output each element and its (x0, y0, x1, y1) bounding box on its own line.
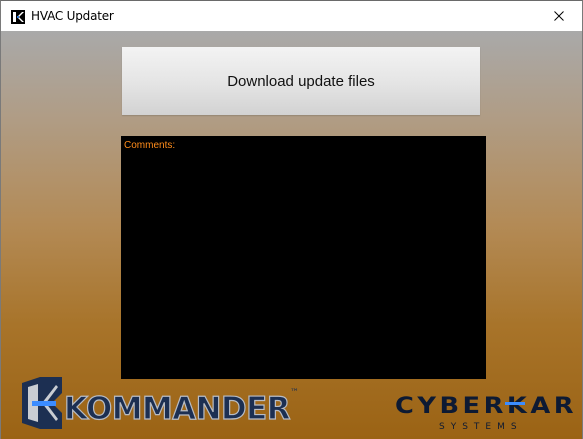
main-panel: Download update files Comments: KOMMANDE… (1, 31, 582, 439)
app-logo-icon (11, 10, 25, 24)
trademark-symbol: ™ (290, 388, 298, 398)
cyberkar-subtext: SYSTEMS (439, 422, 523, 432)
title-bar[interactable]: HVAC Updater (1, 1, 582, 31)
kommander-wordmark: KOMMANDER (64, 391, 291, 427)
comments-output[interactable]: Comments: (121, 136, 486, 379)
app-window: HVAC Updater Download update files Comme… (0, 0, 583, 439)
kommander-logo: KOMMANDER ™ (22, 377, 298, 429)
cyberkar-wordmark: CYBERKAR (395, 394, 577, 419)
window-title: HVAC Updater (31, 9, 114, 23)
cyberkar-logo: CYBERKAR SYSTEMS (395, 394, 577, 432)
download-update-files-button[interactable]: Download update files (122, 47, 480, 115)
close-button[interactable] (536, 1, 582, 31)
close-icon (554, 11, 564, 21)
comments-label: Comments: (124, 140, 176, 151)
